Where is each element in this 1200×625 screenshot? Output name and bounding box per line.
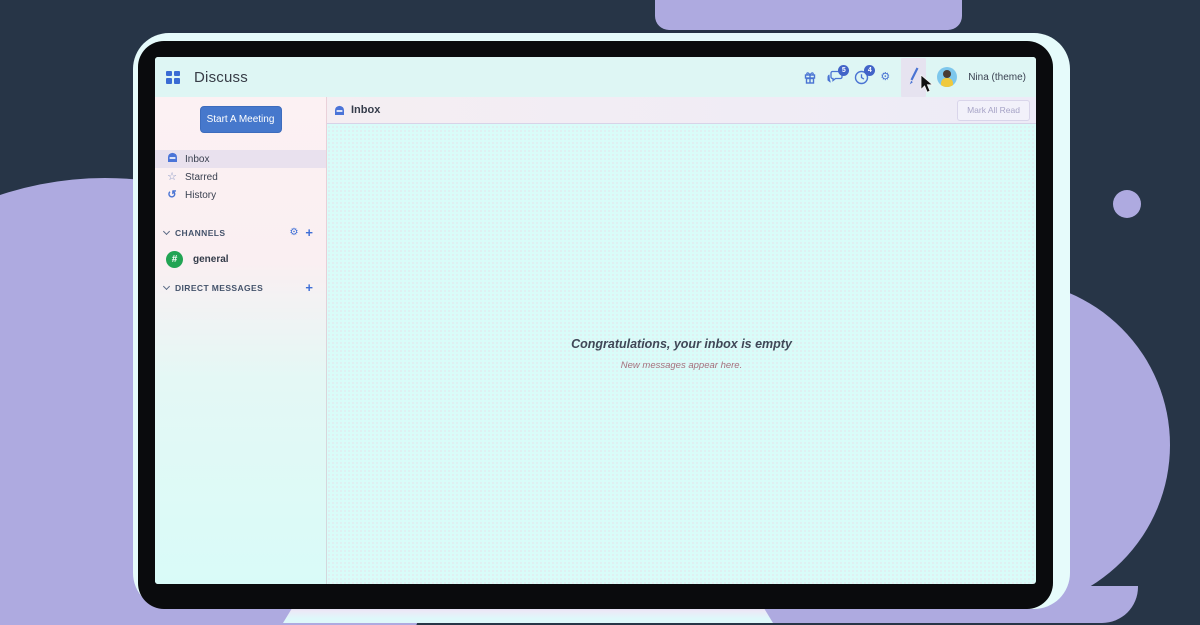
settings-gear-icon[interactable]: ⚙ [880, 71, 890, 83]
pencil-icon [909, 67, 919, 85]
main-panel: Inbox Mark All Read Congratulations, you… [327, 97, 1036, 584]
topbar-systray: 5 4 ⚙ Nina (theme) [804, 57, 1026, 97]
sidebar-item-inbox[interactable]: Inbox [155, 150, 326, 168]
mouse-cursor [920, 74, 934, 93]
empty-state-title: Congratulations, your inbox is empty [571, 337, 792, 351]
user-name[interactable]: Nina (theme) [968, 72, 1026, 83]
mark-all-read-button[interactable]: Mark All Read [957, 99, 1030, 121]
apps-menu-icon[interactable] [166, 70, 180, 84]
discuss-app-window: Discuss 5 4 ⚙ Nina (theme) Start A Meeti… [155, 57, 1036, 584]
purple-band-top [655, 0, 962, 30]
add-dm-icon[interactable]: + [305, 281, 313, 294]
topbar: Discuss 5 4 ⚙ Nina (theme) [155, 57, 1036, 97]
messages-badge: 5 [838, 65, 850, 76]
monitor-frame-glow: Discuss 5 4 ⚙ Nina (theme) Start A Meeti… [133, 33, 1070, 609]
monitor-bezel: Discuss 5 4 ⚙ Nina (theme) Start A Meeti… [138, 41, 1053, 609]
chevron-down-icon [162, 227, 171, 236]
start-meeting-button[interactable]: Start A Meeting [199, 106, 282, 133]
sidebar-item-label: History [185, 189, 217, 201]
empty-state-subtitle: New messages appear here. [620, 360, 743, 371]
sidebar-item-label: Inbox [185, 153, 210, 165]
sidebar-item-starred[interactable]: ☆ Starred [155, 168, 326, 186]
activities-badge: 4 [864, 64, 876, 76]
main-header: Inbox Mark All Read [327, 97, 1036, 124]
channel-hash-icon: # [166, 250, 183, 268]
sidebar: Start A Meeting Inbox ☆ Starred ↺ Histor… [155, 97, 327, 584]
channels-section-header[interactable]: CHANNELS ⚙ + [155, 225, 326, 240]
app-title: Discuss [194, 68, 248, 86]
main-title: Inbox [351, 104, 381, 116]
activities-clock-icon[interactable]: 4 [854, 64, 876, 85]
dm-section-header[interactable]: DIRECT MESSAGES + [155, 280, 326, 295]
messages-icon[interactable]: 5 [827, 65, 850, 84]
star-icon: ☆ [167, 170, 177, 183]
mailbox-list: Inbox ☆ Starred ↺ History [155, 150, 326, 204]
user-avatar[interactable] [937, 67, 958, 87]
channel-item-general[interactable]: # general [155, 247, 326, 271]
sidebar-item-label: Starred [185, 171, 218, 183]
gift-icon[interactable] [804, 71, 816, 84]
history-icon: ↺ [167, 188, 177, 201]
chevron-down-icon [162, 282, 171, 291]
inbox-empty-state: Congratulations, your inbox is empty New… [327, 124, 1036, 584]
sidebar-item-history[interactable]: ↺ History [155, 186, 326, 204]
add-channel-icon[interactable]: + [305, 226, 313, 239]
channels-settings-icon[interactable]: ⚙ [289, 227, 298, 238]
mailbox-icon [335, 105, 344, 115]
mailbox-icon [166, 152, 178, 166]
purple-dot [1113, 190, 1141, 218]
